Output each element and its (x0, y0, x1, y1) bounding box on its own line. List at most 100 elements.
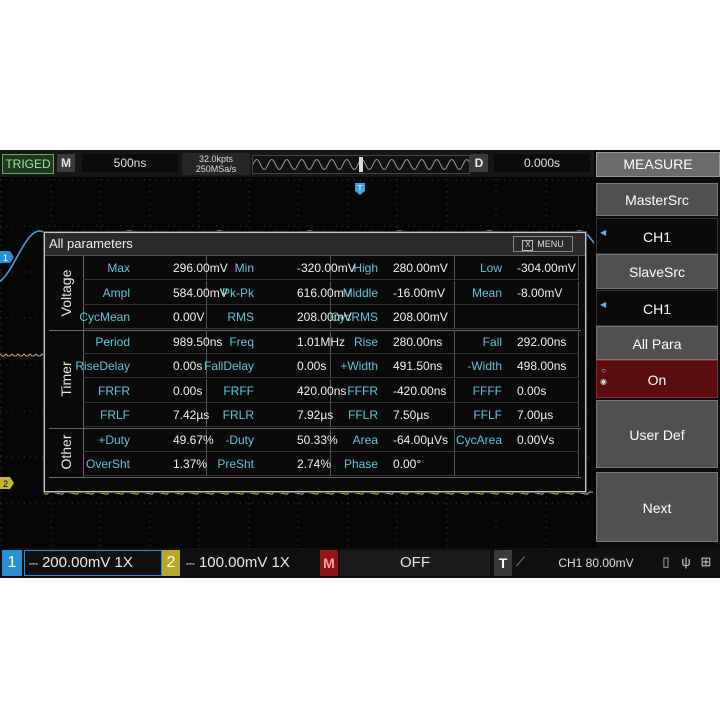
param-name: Max (107, 261, 130, 275)
param-cell: Min -320.00mV (207, 256, 356, 280)
ch1-marker[interactable]: 1 (0, 251, 14, 263)
next-button[interactable]: Next (596, 472, 718, 542)
param-name: CycRMS (330, 310, 378, 324)
top-status-bar: TRIGED M 500ns 32.0kpts 250MSa/s D 0.000… (0, 150, 594, 177)
slavesrc-value[interactable]: ◀ CH1 (596, 290, 718, 326)
ch2-indicator[interactable]: 2 (162, 550, 180, 576)
param-name: Mean (471, 285, 502, 300)
mastersrc-button[interactable]: MasterSrc (596, 183, 718, 216)
network-icon: ⊞ (700, 554, 712, 569)
mastersrc-value-text: CH1 (642, 229, 671, 245)
ch2-marker[interactable]: 2 (0, 477, 14, 489)
bottom-status-bar: 1 ⎓ 200.00mV 1X 2 ⎓ 100.00mV 1X M OFF T … (0, 548, 720, 578)
param-cell (455, 452, 579, 476)
sample-rate: 250MSa/s (195, 164, 237, 174)
param-name: Ampl (102, 285, 130, 300)
param-cell: Middle -16.00mV (331, 280, 455, 305)
param-value: 0.00s (173, 383, 203, 398)
param-name: FRFF (223, 383, 254, 398)
param-cell: Low -304.00mV (455, 256, 579, 280)
param-cell: PreSht 2.74% (207, 452, 331, 476)
param-cell: FRLF 7.42µs (83, 403, 210, 427)
param-cell: FFFR -420.00ns (331, 378, 455, 403)
close-icon: X (522, 240, 534, 251)
param-value: 7.42µs (173, 408, 210, 422)
param-cell: Area -64.00µVs (331, 427, 455, 452)
param-cell: FFLF 7.00µs (455, 403, 579, 427)
param-cell (455, 305, 579, 329)
trigger-info[interactable]: CH1 80.00mV (540, 550, 652, 576)
param-name: FRLF (100, 408, 130, 422)
section-label: Other (49, 427, 84, 477)
param-value: 208.00mV (393, 310, 448, 324)
delay-label[interactable]: D (470, 154, 488, 172)
param-cell: +Duty 49.67% (83, 427, 214, 452)
param-name: FRFR (98, 383, 130, 398)
ch2-trace-right (43, 491, 594, 495)
param-cell: CycMean 0.00V (79, 305, 207, 329)
param-cell: FFLR 7.50µs (331, 403, 455, 427)
allpara-value[interactable]: ○ ◉ On (596, 360, 718, 398)
param-name: FallDelay (203, 359, 254, 373)
userdef-button[interactable]: User Def (596, 400, 718, 468)
all-parameters-dialog: All parameters X MENU Voltage Max 296.00mV M… (44, 232, 586, 492)
param-value: -8.00mV (517, 285, 563, 300)
math-state[interactable]: OFF (340, 550, 490, 576)
param-name: FFLF (473, 408, 502, 422)
param-value: 0.00Vs (517, 432, 555, 447)
param-value: 0.00s (297, 359, 327, 373)
oscilloscope-screen: TRIGED M 500ns 32.0kpts 250MSa/s D 0.000… (0, 150, 720, 578)
param-value: -16.00mV (393, 285, 446, 300)
trigger-position-marker[interactable]: T (355, 183, 365, 195)
param-cell: Freq 1.01MHz (207, 329, 345, 354)
param-name: Period (95, 334, 130, 349)
param-name: PreSht (217, 457, 254, 471)
param-cell: Pk-Pk 616.00mV (207, 280, 352, 305)
param-name: Low (479, 261, 502, 275)
param-cell: OverSht 1.37% (83, 452, 207, 476)
rising-edge-icon: ⟋ (516, 554, 526, 569)
param-name: FFFR (347, 383, 378, 398)
slavesrc-button[interactable]: SlaveSrc (596, 254, 718, 289)
ch1-settings[interactable]: ⎓ 200.00mV 1X (24, 550, 162, 576)
param-cell: -Duty 50.33% (207, 427, 338, 452)
param-value: 7.00µs (517, 408, 554, 422)
acquisition-info: 32.0kpts 250MSa/s (182, 153, 250, 175)
param-name: FFFF (472, 383, 502, 398)
ch1-indicator[interactable]: 1 (2, 550, 22, 576)
section-label-text: Timer (58, 360, 74, 397)
trigger-marker-label: T (358, 184, 363, 193)
param-value: 280.00mV (393, 261, 448, 275)
param-name: OverSht (85, 457, 130, 471)
status-icons: ▯ ψ ⊞ (656, 554, 718, 572)
param-cell: High 280.00mV (331, 256, 455, 280)
allpara-button[interactable]: All Para (596, 326, 718, 360)
param-value: 1.37% (173, 457, 208, 471)
horizontal-delay[interactable]: 0.000s (494, 154, 590, 172)
ch2-settings[interactable]: ⎓ 100.00mV 1X (182, 550, 318, 576)
radio-options-icon: ○ ◉ (600, 366, 607, 386)
param-value: -304.00mV (517, 261, 576, 275)
param-name: -Width (467, 359, 502, 373)
timebase-value[interactable]: 500ns (82, 154, 178, 172)
param-value: 0.00s (517, 383, 547, 398)
mastersrc-value[interactable]: ◀ CH1 (596, 218, 718, 254)
param-name: FFLR (348, 408, 378, 422)
param-value: 292.00ns (517, 334, 567, 349)
caret-icon: ◀ (600, 228, 607, 237)
param-cell: +Width 491.50ns (331, 354, 455, 378)
section-timer: Timer Period 989.50ns Freq 1.01MHz Rise 280.00… (49, 329, 581, 429)
memory-waveform-overview (252, 155, 470, 174)
param-cell: FRFF 420.00ns (207, 378, 346, 403)
ch2-trace (0, 353, 45, 357)
param-cell: FFFF 0.00s (455, 378, 579, 403)
trigger-indicator[interactable]: T (494, 550, 512, 576)
dialog-menu-button[interactable]: X MENU (513, 236, 573, 252)
timebase-mode[interactable]: M (57, 154, 75, 172)
param-cell: Rise 280.00ns (331, 329, 455, 354)
param-cell: Ampl 584.00mV (83, 280, 228, 305)
param-value: -64.00µVs (393, 432, 448, 447)
math-indicator[interactable]: M (320, 550, 338, 576)
dialog-title: All parameters (49, 236, 133, 251)
ch2-marker-label: 2 (3, 479, 8, 489)
